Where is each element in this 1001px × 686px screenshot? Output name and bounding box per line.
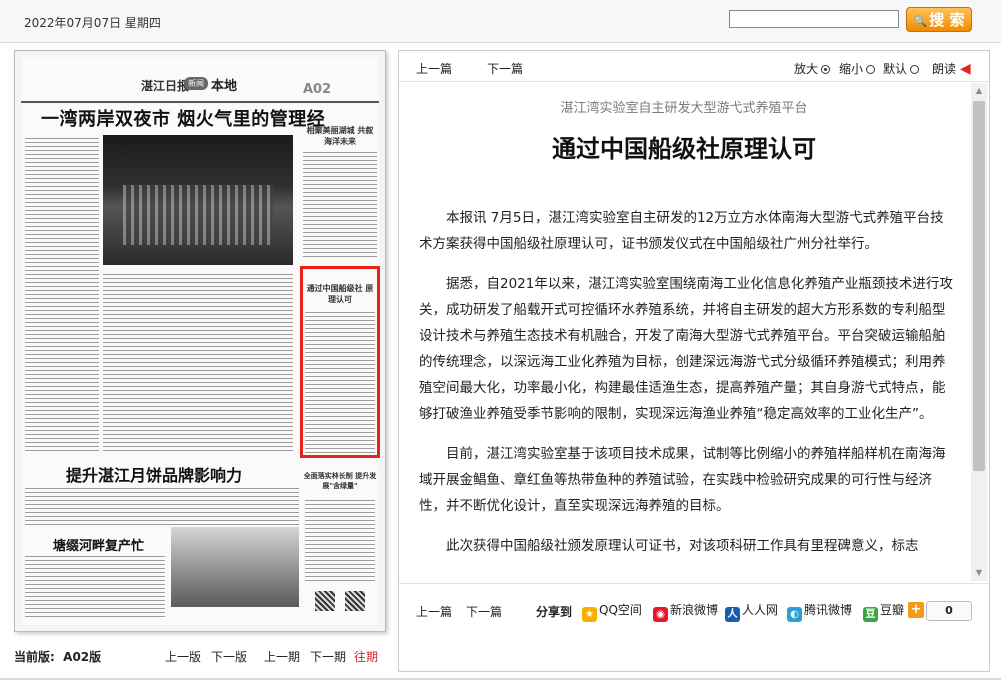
search-input[interactable] (729, 10, 899, 28)
search-icon: 🔍 (913, 15, 928, 28)
search-button-label: 搜 索 (929, 11, 965, 29)
scroll-up-arrow-icon[interactable]: ▲ (971, 83, 987, 99)
news-pill: 新闻 (184, 77, 208, 90)
paper-side-bottom[interactable]: 全面落实林长制 提升发展"含绿量" (303, 471, 377, 491)
next-issue-link[interactable]: 下一期 (310, 648, 346, 665)
text-column (25, 135, 99, 453)
share-tencent-weibo-label: 腾讯微博 (804, 603, 853, 617)
article-body: 本报讯 7月5日，湛江湾实验室自主研发的12万立方水体南海大型游弋式养殖平台技术… (419, 205, 954, 573)
share-douban[interactable]: 豆豆瓣 (863, 601, 904, 622)
share-more-plus-icon[interactable]: + (908, 602, 924, 618)
paper-headline-main[interactable]: 一湾两岸双夜市 烟火气里的管理经 (41, 105, 325, 131)
current-edition-label: 当前版: (14, 650, 55, 664)
prev-edition-link[interactable]: 上一版 (165, 648, 201, 665)
qr-code-icon (315, 591, 335, 611)
search-button[interactable]: 🔍 搜 索 (906, 7, 972, 32)
top-bar: 2022年07月07日 星期四 🔍 搜 索 (0, 0, 1001, 43)
zoom-out-option[interactable]: 缩小 (839, 60, 876, 77)
article-paragraph: 目前，湛江湾实验室基于该项目技术成果，试制等比例缩小的养殖样船样机在南海海域开展… (419, 446, 946, 514)
zoom-in-option[interactable]: 放大 (794, 60, 831, 77)
zoom-in-label: 放大 (794, 62, 819, 76)
article-toolbar: 上一篇 下一篇 放大 缩小 默认 朗读 ◀ (399, 51, 989, 82)
share-label: 分享到 (536, 605, 573, 619)
prev-article-link[interactable]: 上一篇 (416, 60, 452, 77)
zoom-in-radio[interactable] (821, 65, 831, 74)
selected-article-highlight[interactable] (300, 266, 380, 458)
share-weibo-label: 新浪微博 (670, 603, 719, 617)
share-renren-label: 人人网 (742, 603, 779, 617)
next-article-link[interactable]: 下一篇 (487, 60, 523, 77)
renren-icon: 人 (725, 607, 740, 622)
current-date: 2022年07月07日 星期四 (24, 16, 161, 30)
article-panel: 上一篇 下一篇 放大 缩小 默认 朗读 ◀ 湛江湾实验室自主研发大型游弋式养殖平… (398, 50, 990, 672)
read-aloud-label: 朗读 (932, 62, 957, 76)
zoom-out-label: 缩小 (839, 62, 864, 76)
article-paragraph: 据悉，自2021年以来，湛江湾实验室围绕南海工业化信息化养殖产业瓶颈技术进行攻关… (419, 276, 953, 422)
paper-logo: 湛江日报 (141, 79, 190, 93)
article-subhead: 湛江湾实验室自主研发大型游弋式养殖平台 (560, 101, 808, 116)
market-lights (123, 185, 273, 245)
share-douban-label: 豆瓣 (880, 603, 905, 617)
text-column (103, 271, 293, 453)
share-qzone-label: QQ空间 (599, 603, 642, 617)
text-column (25, 485, 299, 525)
current-edition: 当前版: A02版 (14, 648, 101, 665)
article-paragraph: 本报讯 7月5日，湛江湾实验室自主研发的12万立方水体南海大型游弋式养殖平台技术… (419, 210, 944, 252)
newspaper-page-image[interactable]: 湛江日报 新闻 本地 A02 一湾两岸双夜市 烟火气里的管理经 相聚美丽湖城 共… (21, 57, 380, 625)
masthead: 湛江日报 新闻 本地 A02 (21, 57, 379, 103)
tencent-weibo-icon: ◐ (787, 607, 802, 622)
share-qzone[interactable]: ★ QQ空间 (582, 601, 642, 622)
text-column (305, 497, 375, 581)
paper-headline-side[interactable]: 相聚美丽湖城 共叙海洋未来 (303, 125, 377, 147)
share-count: 0 (926, 601, 972, 621)
article-scrollbar[interactable]: ▲ ▼ (971, 83, 987, 581)
share-renren[interactable]: 人人人网 (725, 601, 778, 622)
bottom-divider (0, 678, 1001, 680)
next-edition-link[interactable]: 下一版 (211, 648, 247, 665)
article-content: 湛江湾实验室自主研发大型游弋式养殖平台 通过中国船级社原理认可 本报讯 7月5日… (399, 83, 989, 583)
harvest-photo (171, 527, 299, 607)
newspaper-page-frame: 湛江日报 新闻 本地 A02 一湾两岸双夜市 烟火气里的管理经 相聚美丽湖城 共… (14, 50, 386, 632)
night-market-photo (103, 135, 293, 265)
footer-prev-article-link[interactable]: 上一篇 (416, 603, 452, 620)
article-footer: 上一篇 下一篇 分享到 ★ QQ空间 ◉ 新浪微博 人人人网 ◐ 腾讯微博 豆豆瓣 +… (399, 583, 989, 624)
scrollbar-thumb[interactable] (973, 101, 985, 471)
qzone-icon: ★ (582, 607, 597, 622)
edition-number: A02 (303, 82, 332, 97)
footer-next-article-link[interactable]: 下一篇 (466, 603, 502, 620)
speaker-icon: ◀ (959, 61, 971, 77)
default-size-option[interactable]: 默认 (883, 60, 920, 77)
text-column (25, 553, 165, 619)
default-size-radio[interactable] (910, 65, 920, 74)
weibo-icon: ◉ (653, 607, 668, 622)
article-title: 通过中国船级社原理认可 (552, 135, 816, 163)
share-tencent-weibo[interactable]: ◐ 腾讯微博 (787, 601, 852, 622)
prev-issue-link[interactable]: 上一期 (264, 648, 300, 665)
scroll-down-arrow-icon[interactable]: ▼ (971, 565, 987, 581)
qr-code-icon (345, 591, 365, 611)
text-column (303, 149, 377, 259)
article-paragraph: 此次获得中国船级社颁发原理认可证书，对该项科研工作具有里程碑意义，标志 (446, 538, 919, 554)
paper-headline-low[interactable]: 塘缀河畔复产忙 (53, 535, 144, 554)
paper-headline-mid[interactable]: 提升湛江月饼品牌影响力 (66, 462, 242, 486)
share-weibo[interactable]: ◉ 新浪微博 (653, 601, 718, 622)
section-name: 本地 (211, 79, 238, 94)
douban-icon: 豆 (863, 607, 878, 622)
current-edition-value: A02版 (63, 650, 102, 664)
default-size-label: 默认 (883, 62, 908, 76)
zoom-out-radio[interactable] (866, 65, 876, 74)
archive-link[interactable]: 往期 (354, 648, 378, 665)
read-aloud-button[interactable]: 朗读 ◀ (932, 60, 971, 77)
